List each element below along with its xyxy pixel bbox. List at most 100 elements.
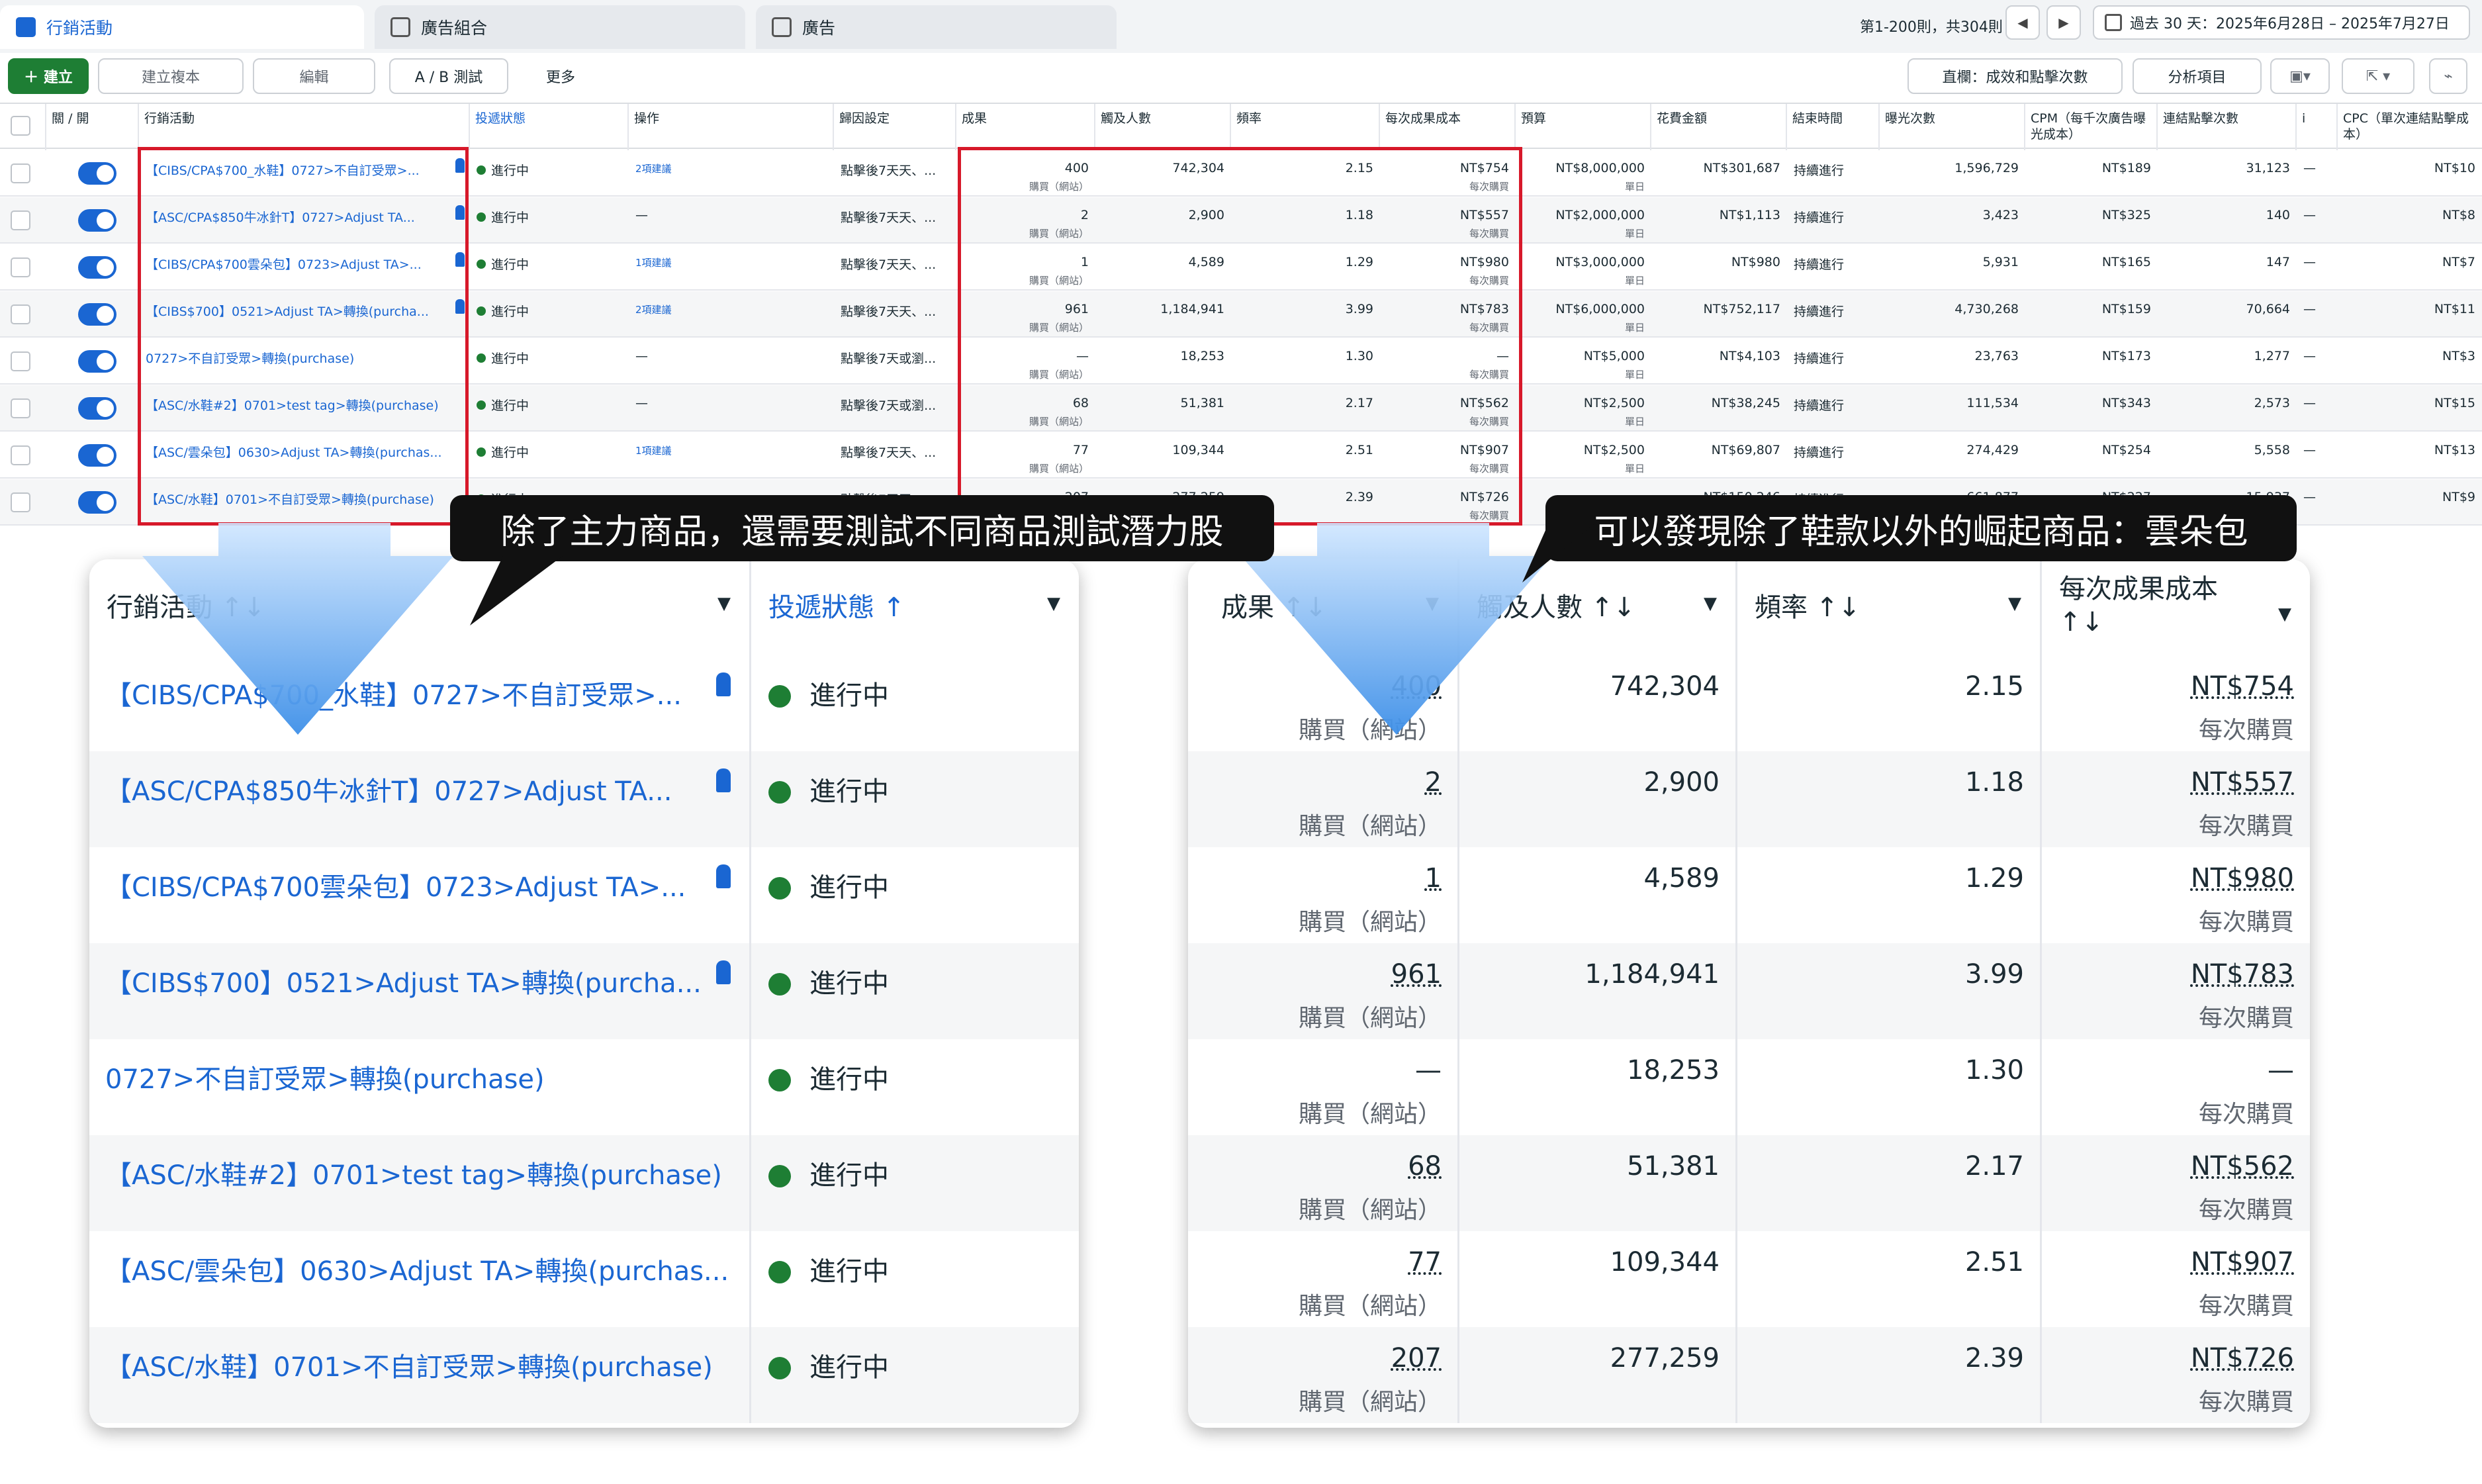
list-item[interactable]: 0727>不自訂受眾>轉換(purchase) 進行中 [89, 1039, 1079, 1135]
cell-freq: 2.39 [1737, 1327, 2042, 1423]
duplicate-button[interactable]: 建立複本 [98, 58, 244, 94]
col-amount-spent[interactable]: 花費金額 [1651, 104, 1787, 150]
campaign-name[interactable]: 【ASC/水鞋】0701>不自訂受眾>轉換(purchase) [89, 1327, 751, 1423]
pin-icon[interactable] [716, 960, 731, 984]
on-off-toggle[interactable] [78, 256, 116, 279]
list-item[interactable]: 【ASC/水鞋#2】0701>test tag>轉換(purchase) 進行中 [89, 1135, 1079, 1231]
metric-value[interactable]: NT$980 [2191, 863, 2294, 894]
cell-value: NT$15 [2434, 396, 2475, 410]
tab-ads[interactable]: 廣告 [756, 5, 1117, 49]
col-cpm[interactable]: CPM（每千次廣告曝光成本） [2025, 104, 2158, 150]
campaign-name-text: 0727>不自訂受眾>轉換(purchase) [105, 1064, 545, 1095]
col-cost-per-result[interactable]: 每次成果成本 [1380, 104, 1516, 150]
list-item[interactable]: 【CIBS$700】0521>Adjust TA>轉換(purcha... 進行中 [89, 943, 1079, 1039]
pin-icon[interactable] [716, 864, 731, 888]
metric-value[interactable]: NT$562 [2191, 1151, 2294, 1182]
ab-test-button[interactable]: A / B 測試 [389, 58, 508, 94]
metric-value[interactable]: NT$783 [2191, 959, 2294, 990]
col-results[interactable]: 成果 [956, 104, 1095, 150]
campaign-name[interactable]: 【ASC/雲朵包】0630>Adjust TA>轉換(purchas... [89, 1231, 751, 1327]
export-button[interactable]: ▣▾ [2270, 58, 2330, 94]
col-ends[interactable]: 結束時間 [1787, 104, 1880, 150]
prev-page-button[interactable]: ◀ [2005, 5, 2040, 40]
next-page-button[interactable]: ▶ [2046, 5, 2081, 40]
campaign-name[interactable]: 【CIBS$700】0521>Adjust TA>轉換(purcha... [89, 943, 751, 1039]
row-checkbox[interactable] [11, 492, 30, 512]
metric-value[interactable]: 2 [1425, 767, 1442, 798]
cell-impr: 23,763 [1880, 338, 2025, 385]
on-off-toggle[interactable] [78, 444, 116, 467]
cell-impr: 3,423 [1880, 197, 2025, 244]
campaign-name[interactable]: 【ASC/CPA$850牛冰針T】0727>Adjust TA... [89, 751, 751, 847]
table-row[interactable]: 2 購買（網站） 2,900 1.18 NT$557 每次購買 [1188, 751, 2310, 847]
on-off-toggle[interactable] [78, 209, 116, 232]
edit-button[interactable]: 編輯 [253, 58, 375, 94]
row-checkbox[interactable] [11, 163, 30, 183]
date-range-picker[interactable]: 過去 30 天：2025年6月28日 – 2025年7月27日 [2093, 5, 2470, 40]
metric-value[interactable]: 1 [1425, 863, 1442, 894]
row-checkbox[interactable] [11, 398, 30, 418]
col-extra[interactable]: i [2297, 104, 2338, 150]
table-row[interactable]: 1 購買（網站） 4,589 1.29 NT$980 每次購買 [1188, 847, 2310, 943]
zoom-header-frequency[interactable]: 頻率 ↑↓ ▼ [1737, 559, 2042, 655]
metric-value[interactable]: — [2268, 1055, 2294, 1086]
columns-button[interactable]: 直欄：成效和點擊次數 [1907, 58, 2123, 94]
table-row[interactable]: 207 購買（網站） 277,259 2.39 NT$726 每次購買 [1188, 1327, 2310, 1423]
metric-value[interactable]: 68 [1408, 1151, 1442, 1182]
list-item[interactable]: 【ASC/水鞋】0701>不自訂受眾>轉換(purchase) 進行中 [89, 1327, 1079, 1423]
col-status[interactable]: 投遞狀態 [470, 104, 629, 150]
metric-value[interactable]: NT$754 [2191, 671, 2294, 702]
metric-value[interactable]: NT$907 [2191, 1247, 2294, 1277]
metric-value[interactable]: 961 [1391, 959, 1442, 990]
row-checkbox[interactable] [11, 351, 30, 371]
col-actions[interactable]: 操作 [629, 104, 834, 150]
metric-value[interactable]: — [1415, 1055, 1442, 1086]
on-off-toggle[interactable] [78, 350, 116, 373]
row-checkbox[interactable] [11, 304, 30, 324]
tab-adsets[interactable]: 廣告組合 [375, 5, 745, 49]
zoom-header-cost-per-result[interactable]: 每次成果成本 ↑↓ ▼ [2042, 559, 2310, 655]
on-off-toggle[interactable] [78, 397, 116, 420]
campaign-name[interactable]: 【ASC/水鞋#2】0701>test tag>轉換(purchase) [89, 1135, 751, 1231]
row-checkbox[interactable] [11, 257, 30, 277]
col-budget[interactable]: 預算 [1516, 104, 1651, 150]
col-attribution[interactable]: 歸因設定 [834, 104, 956, 150]
row-checkbox[interactable] [11, 210, 30, 230]
on-off-toggle[interactable] [78, 162, 116, 185]
metric-value[interactable]: 77 [1408, 1247, 1442, 1277]
list-item[interactable]: 【CIBS/CPA$700雲朵包】0723>Adjust TA>... 進行中 [89, 847, 1079, 943]
pin-icon[interactable] [716, 672, 731, 696]
share-button[interactable]: ⇱ ▾ [2342, 58, 2414, 94]
zoom-header-status[interactable]: 投遞狀態 ↑ ▼ [751, 559, 1079, 655]
breakdown-button[interactable]: 分析項目 [2133, 58, 2262, 94]
metric-value[interactable]: 207 [1391, 1343, 1442, 1373]
table-row[interactable]: 68 購買（網站） 51,381 2.17 NT$562 每次購買 [1188, 1135, 2310, 1231]
campaign-name[interactable]: 【CIBS/CPA$700雲朵包】0723>Adjust TA>... [89, 847, 751, 943]
toolbar: ＋ 建立 建立複本 編輯 A / B 測試 更多 直欄：成效和點擊次數 分析項目… [0, 54, 2482, 101]
campaign-name[interactable]: 0727>不自訂受眾>轉換(purchase) [89, 1039, 751, 1135]
pin-icon[interactable] [716, 768, 731, 792]
table-row[interactable]: 961 購買（網站） 1,184,941 3.99 NT$783 每次購買 [1188, 943, 2310, 1039]
list-item[interactable]: 【ASC/CPA$850牛冰針T】0727>Adjust TA... 進行中 [89, 751, 1079, 847]
row-checkbox[interactable] [11, 445, 30, 465]
col-link-clicks[interactable]: 連結點擊次數 [2158, 104, 2297, 150]
metric-value[interactable]: NT$557 [2191, 767, 2294, 798]
col-frequency[interactable]: 頻率 [1231, 104, 1380, 150]
on-off-toggle[interactable] [78, 491, 116, 514]
create-button[interactable]: ＋ 建立 [8, 58, 89, 94]
list-item[interactable]: 【ASC/雲朵包】0630>Adjust TA>轉換(purchas... 進行中 [89, 1231, 1079, 1327]
col-cpc[interactable]: CPC（單次連結點擊成本） [2338, 104, 2482, 150]
col-toggle[interactable]: 關 / 開 [46, 104, 139, 150]
status-text: 進行中 [809, 1256, 889, 1287]
table-row[interactable]: 77 購買（網站） 109,344 2.51 NT$907 每次購買 [1188, 1231, 2310, 1327]
more-button[interactable]: 更多 [524, 58, 597, 94]
select-all-header[interactable] [0, 104, 46, 150]
chart-button[interactable]: ⌁ [2429, 58, 2467, 94]
col-campaign[interactable]: 行銷活動 [139, 104, 470, 150]
tab-campaigns[interactable]: 行銷活動 [0, 5, 364, 49]
col-reach[interactable]: 觸及人數 [1095, 104, 1231, 150]
metric-value[interactable]: NT$726 [2191, 1343, 2294, 1373]
on-off-toggle[interactable] [78, 303, 116, 326]
table-row[interactable]: — 購買（網站） 18,253 1.30 — 每次購買 [1188, 1039, 2310, 1135]
col-impressions[interactable]: 曝光次數 [1880, 104, 2025, 150]
